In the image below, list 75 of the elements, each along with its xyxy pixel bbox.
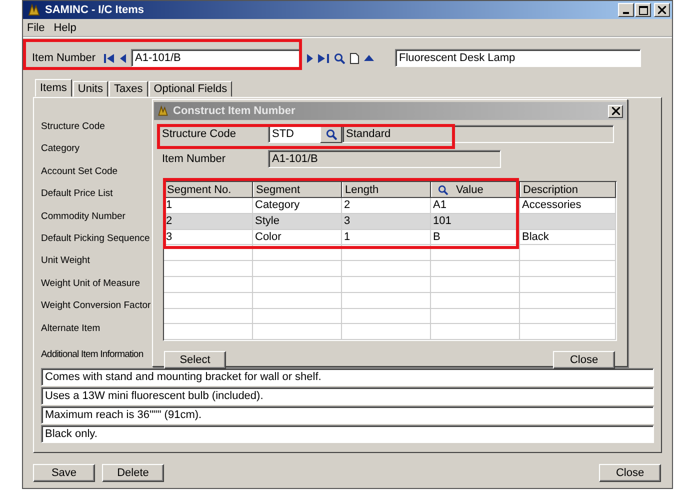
table-cell: 1 xyxy=(344,230,350,243)
window-title: SAMINC - I/C Items xyxy=(45,4,146,16)
table-cell: 2 xyxy=(166,214,172,227)
field-label: Additional Item Information xyxy=(41,348,144,362)
item-number-field: A1-101/B xyxy=(268,150,501,168)
item-number-label: Item Number xyxy=(162,153,227,165)
text-line-field[interactable]: Comes with stand and mounting bracket for wall or shelf. xyxy=(41,368,654,386)
search-icon[interactable] xyxy=(334,52,345,64)
item-number-field[interactable]: A1-101/B xyxy=(131,49,301,67)
search-icon xyxy=(438,184,448,194)
menu-item[interactable]: File xyxy=(27,22,45,34)
text-line-field[interactable]: Uses a 13W mini fluorescent bulb (included). xyxy=(41,386,654,405)
column-header[interactable]: Segment xyxy=(253,182,342,197)
table-cell: 1 xyxy=(166,199,172,211)
action-button[interactable]: Delete xyxy=(102,464,164,482)
table-cell: 3 xyxy=(166,230,172,243)
app-icon xyxy=(27,3,41,17)
text-line-field[interactable]: Black only. xyxy=(41,424,654,443)
field-label: Structure Code xyxy=(41,120,105,134)
item-number-label: Item Number xyxy=(32,52,97,64)
structure-description-field: Standard xyxy=(342,125,614,143)
dialog-button[interactable]: Select xyxy=(164,351,226,370)
table-row[interactable]: 2 Style 3 101 xyxy=(164,214,616,230)
item-description-field[interactable]: Fluorescent Desk Lamp xyxy=(395,49,641,67)
column-header[interactable]: Length xyxy=(342,182,431,197)
menu-item[interactable]: Help xyxy=(54,22,76,34)
field-label: Alternate Item xyxy=(41,322,100,336)
table-cell: 3 xyxy=(344,214,350,227)
structure-code-label: Structure Code xyxy=(162,128,237,140)
tab[interactable]: Taxes xyxy=(108,81,148,97)
column-header-text: Value xyxy=(456,184,484,196)
first-record-icon[interactable] xyxy=(104,54,115,62)
tab[interactable]: Items xyxy=(35,79,72,97)
search-icon xyxy=(326,128,336,140)
field-label: Weight Unit of Measure xyxy=(41,276,140,291)
close-button[interactable] xyxy=(608,104,623,118)
tab[interactable]: Optional Fields xyxy=(148,81,232,97)
close-icon xyxy=(658,6,666,14)
new-document-icon[interactable] xyxy=(350,52,359,64)
action-button[interactable]: Save xyxy=(33,464,95,482)
table-cell: 101 xyxy=(433,214,452,227)
field-label: Category xyxy=(41,142,80,156)
table-row[interactable]: 3 Color 1 B Black xyxy=(164,230,616,246)
column-header[interactable]: Value xyxy=(431,182,520,197)
app-icon xyxy=(157,105,169,117)
table-cell: 2 xyxy=(344,199,350,211)
maximize-button[interactable] xyxy=(635,3,651,17)
field-label: Weight Conversion Factor xyxy=(41,299,151,314)
close-button[interactable] xyxy=(654,3,670,17)
table-cell: Color xyxy=(255,230,282,243)
field-label: Default Picking Sequence xyxy=(41,232,150,246)
table-cell: Black xyxy=(522,230,549,243)
text-line-field[interactable]: Maximum reach is 36""" (91cm). xyxy=(41,406,654,424)
maximize-icon xyxy=(638,6,648,14)
close-icon xyxy=(612,107,620,115)
next-record-icon[interactable] xyxy=(307,54,313,62)
table-cell: Accessories xyxy=(522,199,582,211)
dialog-title: Construct Item Number xyxy=(173,105,296,117)
up-arrow-icon[interactable] xyxy=(364,55,374,61)
column-header[interactable]: Description xyxy=(520,182,616,197)
dialog-button[interactable]: Close xyxy=(553,351,615,370)
table-cell: A1 xyxy=(433,199,446,211)
table-cell: B xyxy=(433,230,440,243)
field-label: Commodity Number xyxy=(41,210,126,224)
table-cell: Style xyxy=(255,214,280,227)
field-label: Default Price List xyxy=(41,187,113,202)
column-header[interactable]: Segment No. xyxy=(164,182,253,197)
table-cell: Category xyxy=(255,199,300,211)
previous-record-icon[interactable] xyxy=(120,54,126,62)
minimize-button[interactable] xyxy=(618,3,634,17)
field-label: Account Set Code xyxy=(41,164,118,179)
field-label: Unit Weight xyxy=(41,254,90,268)
last-record-icon[interactable] xyxy=(318,54,329,62)
tab[interactable]: Units xyxy=(72,81,108,97)
action-button[interactable]: Close xyxy=(599,464,661,482)
